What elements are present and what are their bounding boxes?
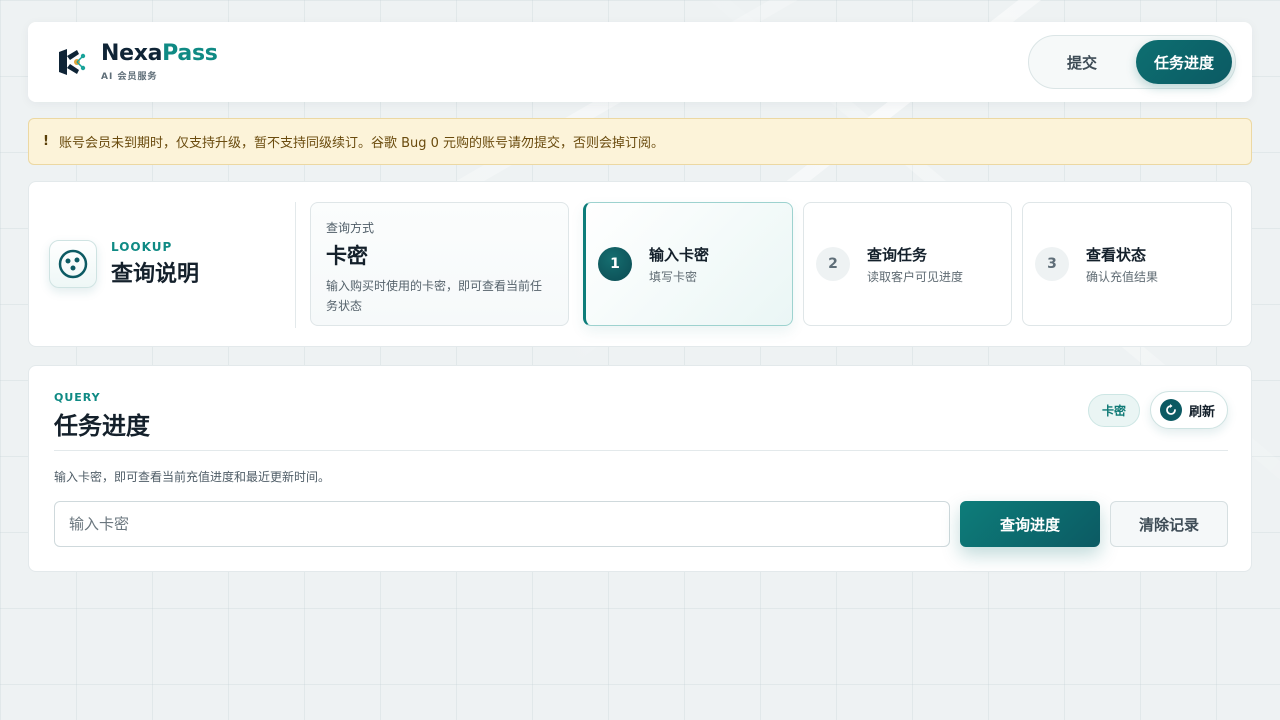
top-header: NexaPass AI 会员服务 提交 任务进度 bbox=[28, 22, 1252, 102]
lookup-header: LOOKUP 查询说明 bbox=[49, 240, 199, 288]
lookup-panel: LOOKUP 查询说明 查询方式 卡密 输入购买时使用的卡密，即可查看当前任务状… bbox=[28, 181, 1252, 347]
step-card-2: 2 查询任务 读取客户可见进度 bbox=[803, 202, 1012, 326]
step-number: 1 bbox=[598, 247, 632, 281]
divider bbox=[295, 202, 296, 328]
brand-subtitle: AI 会员服务 bbox=[101, 72, 158, 82]
step-title: 查看状态 bbox=[1086, 245, 1147, 264]
lookup-eyebrow: LOOKUP bbox=[111, 240, 173, 254]
step-subtitle: 确认充值结果 bbox=[1086, 269, 1159, 284]
step-title: 查询任务 bbox=[867, 245, 928, 264]
step-number: 2 bbox=[816, 247, 850, 281]
brand-name: NexaPass bbox=[101, 41, 218, 66]
tab-submit[interactable]: 提交 bbox=[1032, 40, 1132, 84]
query-panel: QUERY 任务进度 卡密 刷新 输入卡密，即可查看当前充值进度和最近更新时间。… bbox=[28, 365, 1252, 572]
nexapass-logo-icon bbox=[59, 49, 86, 75]
divider bbox=[54, 450, 1228, 451]
lookup-title: 查询说明 bbox=[111, 262, 200, 287]
step-number: 3 bbox=[1035, 247, 1069, 281]
query-progress-button[interactable]: 查询进度 bbox=[960, 501, 1100, 547]
step-card-3: 3 查看状态 确认充值结果 bbox=[1022, 202, 1232, 326]
brand[interactable]: NexaPass AI 会员服务 bbox=[28, 22, 272, 102]
refresh-icon bbox=[1160, 399, 1182, 421]
warning-text: 账号会员未到期时，仅支持升级，暂不支持同级续订。谷歌 Bug 0 元购的账号请勿… bbox=[58, 136, 665, 151]
tab-task-progress[interactable]: 任务进度 bbox=[1136, 40, 1232, 84]
refresh-button[interactable]: 刷新 bbox=[1150, 391, 1228, 429]
step-card-1: 1 输入卡密 填写卡密 bbox=[583, 202, 793, 326]
exclamation-icon: ! bbox=[43, 134, 49, 149]
view-switcher: 提交 任务进度 bbox=[1028, 35, 1236, 89]
query-eyebrow: QUERY bbox=[54, 391, 101, 404]
step-subtitle: 填写卡密 bbox=[649, 269, 698, 284]
lookup-mode-badge: 卡密 bbox=[1088, 394, 1140, 427]
query-description: 输入卡密，即可查看当前充值进度和最近更新时间。 bbox=[54, 470, 331, 484]
step-title: 输入卡密 bbox=[649, 245, 710, 264]
step-subtitle: 读取客户可见进度 bbox=[867, 269, 964, 284]
method-label: 查询方式 bbox=[326, 221, 375, 235]
page-title: 任务进度 bbox=[54, 412, 150, 440]
method-description: 输入购买时使用的卡密，即可查看当前任务状态 bbox=[326, 279, 543, 313]
clear-history-button[interactable]: 清除记录 bbox=[1110, 501, 1228, 547]
warning-banner: ! 账号会员未到期时，仅支持升级，暂不支持同级续订。谷歌 Bug 0 元购的账号… bbox=[28, 118, 1252, 165]
refresh-label: 刷新 bbox=[1189, 404, 1216, 420]
card-key-input[interactable] bbox=[54, 501, 950, 547]
method-title: 卡密 bbox=[326, 244, 368, 268]
search-dots-icon bbox=[49, 240, 97, 288]
lookup-method-card: 查询方式 卡密 输入购买时使用的卡密，即可查看当前任务状态 bbox=[310, 202, 569, 326]
